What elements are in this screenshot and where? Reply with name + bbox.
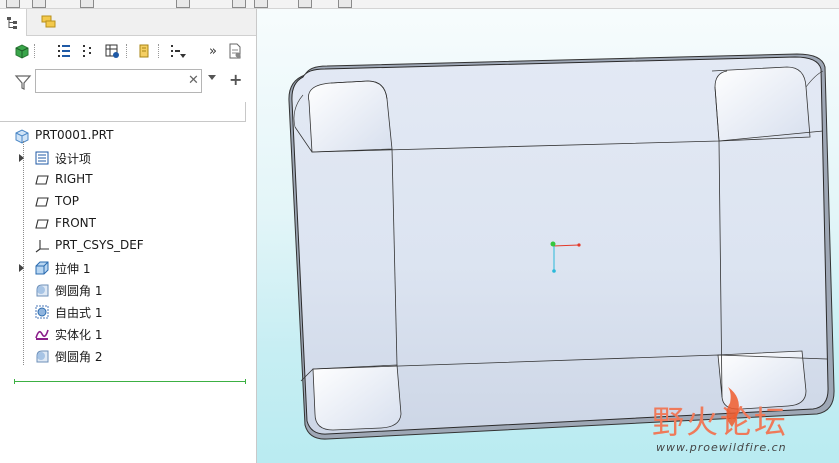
- toolbar-icon[interactable]: [80, 0, 94, 8]
- top-toolbar-strip: [0, 0, 839, 9]
- csys-icon: [35, 240, 49, 253]
- tree-columns-icon: [83, 45, 91, 57]
- filter-dropdown-icon[interactable]: [208, 75, 216, 80]
- datum-plane-icon: [35, 175, 49, 185]
- add-filter-button[interactable]: +: [229, 70, 242, 89]
- funnel-icon: [14, 75, 32, 90]
- datum-plane-icon: [35, 219, 49, 229]
- clear-filter-icon[interactable]: ✕: [188, 73, 199, 88]
- display-button[interactable]: [12, 41, 32, 61]
- tree-item[interactable]: PRT_CSYS_DEF: [0, 235, 256, 257]
- round-icon: [36, 284, 49, 297]
- highlight-icon: [139, 44, 149, 58]
- toolbar-icon[interactable]: [298, 0, 312, 8]
- toolbar-icon[interactable]: [6, 0, 20, 8]
- tree-root-node[interactable]: PRT0001.PRT: [0, 125, 256, 147]
- graphics-window[interactable]: 野火论坛 www.proewildfire.cn: [257, 9, 839, 463]
- extrude-icon: [35, 261, 49, 275]
- page-settings-icon: [229, 43, 241, 59]
- tree-filter-dropdown-icon: [171, 45, 186, 58]
- table-view-button[interactable]: [102, 41, 122, 61]
- freestyle-icon: [35, 305, 49, 319]
- tree-item-label: RIGHT: [55, 172, 93, 186]
- model-tree-panel: » ✕ + PRT0001.PRT 设计项 RIGHT TOP FRONT PRT_CS…: [0, 9, 257, 463]
- part-icon: [15, 129, 29, 144]
- toolbar-icon[interactable]: [254, 0, 268, 8]
- watermark-url: www.proewildfire.cn: [656, 441, 787, 454]
- part-geometry[interactable]: [288, 53, 835, 440]
- cube-icon: [15, 44, 29, 59]
- solidify-icon: [35, 329, 49, 340]
- tree-item[interactable]: 设计项: [0, 147, 256, 169]
- tree-root-label: PRT0001.PRT: [35, 128, 114, 142]
- datum-plane-icon: [35, 197, 49, 207]
- tree-list-icon: [58, 45, 70, 57]
- layers-icon: [41, 15, 56, 28]
- tree-item-label: TOP: [55, 194, 80, 208]
- tree-item[interactable]: TOP: [0, 191, 256, 213]
- highlight-button[interactable]: [134, 41, 154, 61]
- tree-list-button[interactable]: [54, 41, 74, 61]
- table-eye-icon: [105, 44, 119, 58]
- tree-item[interactable]: RIGHT: [0, 169, 256, 191]
- navigator-tabs: [0, 9, 256, 36]
- expand-arrow-icon[interactable]: [19, 154, 24, 162]
- tree-item-label: 倒圆角 1: [55, 284, 103, 298]
- model-view: [288, 53, 835, 440]
- toolbar-icon[interactable]: [232, 0, 246, 8]
- design-items-icon: [35, 151, 49, 165]
- tree-item-label: 自由式 1: [55, 306, 103, 320]
- toolbar-icon[interactable]: [338, 0, 352, 8]
- tree-item[interactable]: 拉伸 1: [0, 257, 256, 279]
- toolbar-icon[interactable]: [32, 0, 46, 8]
- tree-item[interactable]: 倒圆角 2: [0, 345, 256, 367]
- tree-item[interactable]: 倒圆角 1: [0, 279, 256, 301]
- model-tree-icon: [7, 16, 17, 29]
- tree-columns-button[interactable]: [78, 41, 98, 61]
- tab-folder-browser[interactable]: [36, 9, 62, 35]
- tree-item-label: PRT_CSYS_DEF: [55, 238, 144, 252]
- more-tools-button[interactable]: »: [203, 41, 223, 61]
- tree-item-label: 倒圆角 2: [55, 350, 103, 364]
- tree-item[interactable]: 自由式 1: [0, 301, 256, 323]
- tree-item-label: FRONT: [55, 216, 96, 230]
- flame-logo-icon: [726, 387, 739, 427]
- tree-toolbar: »: [0, 37, 256, 65]
- settings-button[interactable]: [225, 41, 245, 61]
- tree-filter-row: ✕ +: [0, 67, 256, 99]
- tree-item-label: 实体化 1: [55, 328, 103, 342]
- tree-item[interactable]: 实体化 1: [0, 323, 256, 345]
- toolbar-icon[interactable]: [176, 0, 190, 8]
- filter-settings-button[interactable]: [168, 41, 188, 61]
- tab-model-tree[interactable]: [0, 9, 27, 36]
- tree-filter-input[interactable]: [35, 69, 202, 93]
- tree-item-label: 拉伸 1: [55, 262, 91, 276]
- insert-here-marker[interactable]: [14, 379, 246, 384]
- tree-item[interactable]: FRONT: [0, 213, 256, 235]
- tree-item-label: 设计项: [55, 152, 92, 166]
- tree-header-bar: [0, 102, 246, 122]
- forum-watermark: 野火论坛 www.proewildfire.cn: [652, 387, 832, 457]
- expand-arrow-icon[interactable]: [19, 264, 24, 272]
- round-icon: [36, 350, 49, 363]
